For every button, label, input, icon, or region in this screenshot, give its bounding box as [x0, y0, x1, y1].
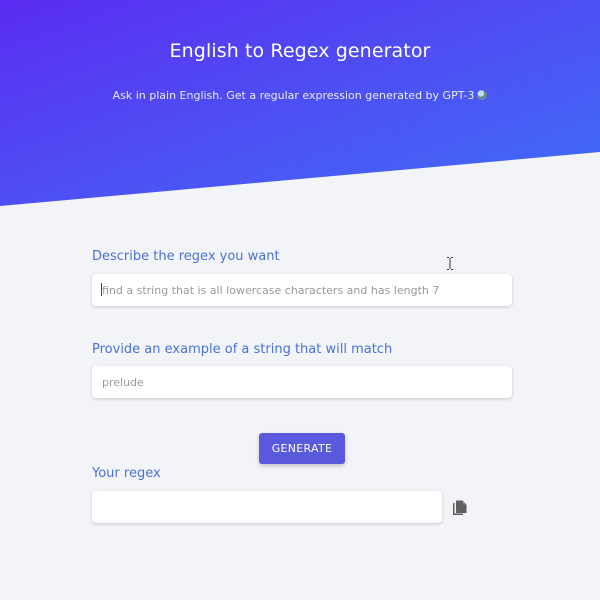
regex-output-field[interactable]	[92, 491, 442, 523]
page: English to Regex generator Ask in plain …	[0, 0, 600, 600]
page-title: English to Regex generator	[169, 40, 431, 62]
hero-banner	[0, 0, 600, 206]
text-cursor-icon	[447, 257, 453, 270]
describe-label: Describe the regex you want	[92, 249, 280, 264]
describe-regex-input[interactable]	[92, 274, 512, 306]
generate-button[interactable]: GENERATE	[259, 433, 345, 464]
crystal-ball-emoji-icon	[477, 90, 488, 100]
result-label: Your regex	[92, 466, 161, 481]
copy-icon[interactable]	[452, 500, 468, 518]
example-label: Provide an example of a string that will…	[92, 342, 393, 357]
example-string-input[interactable]	[92, 366, 512, 398]
page-subtitle: Ask in plain English. Get a regular expr…	[0, 89, 600, 102]
subtitle-text: Ask in plain English. Get a regular expr…	[112, 89, 475, 102]
text-caret	[101, 283, 102, 296]
